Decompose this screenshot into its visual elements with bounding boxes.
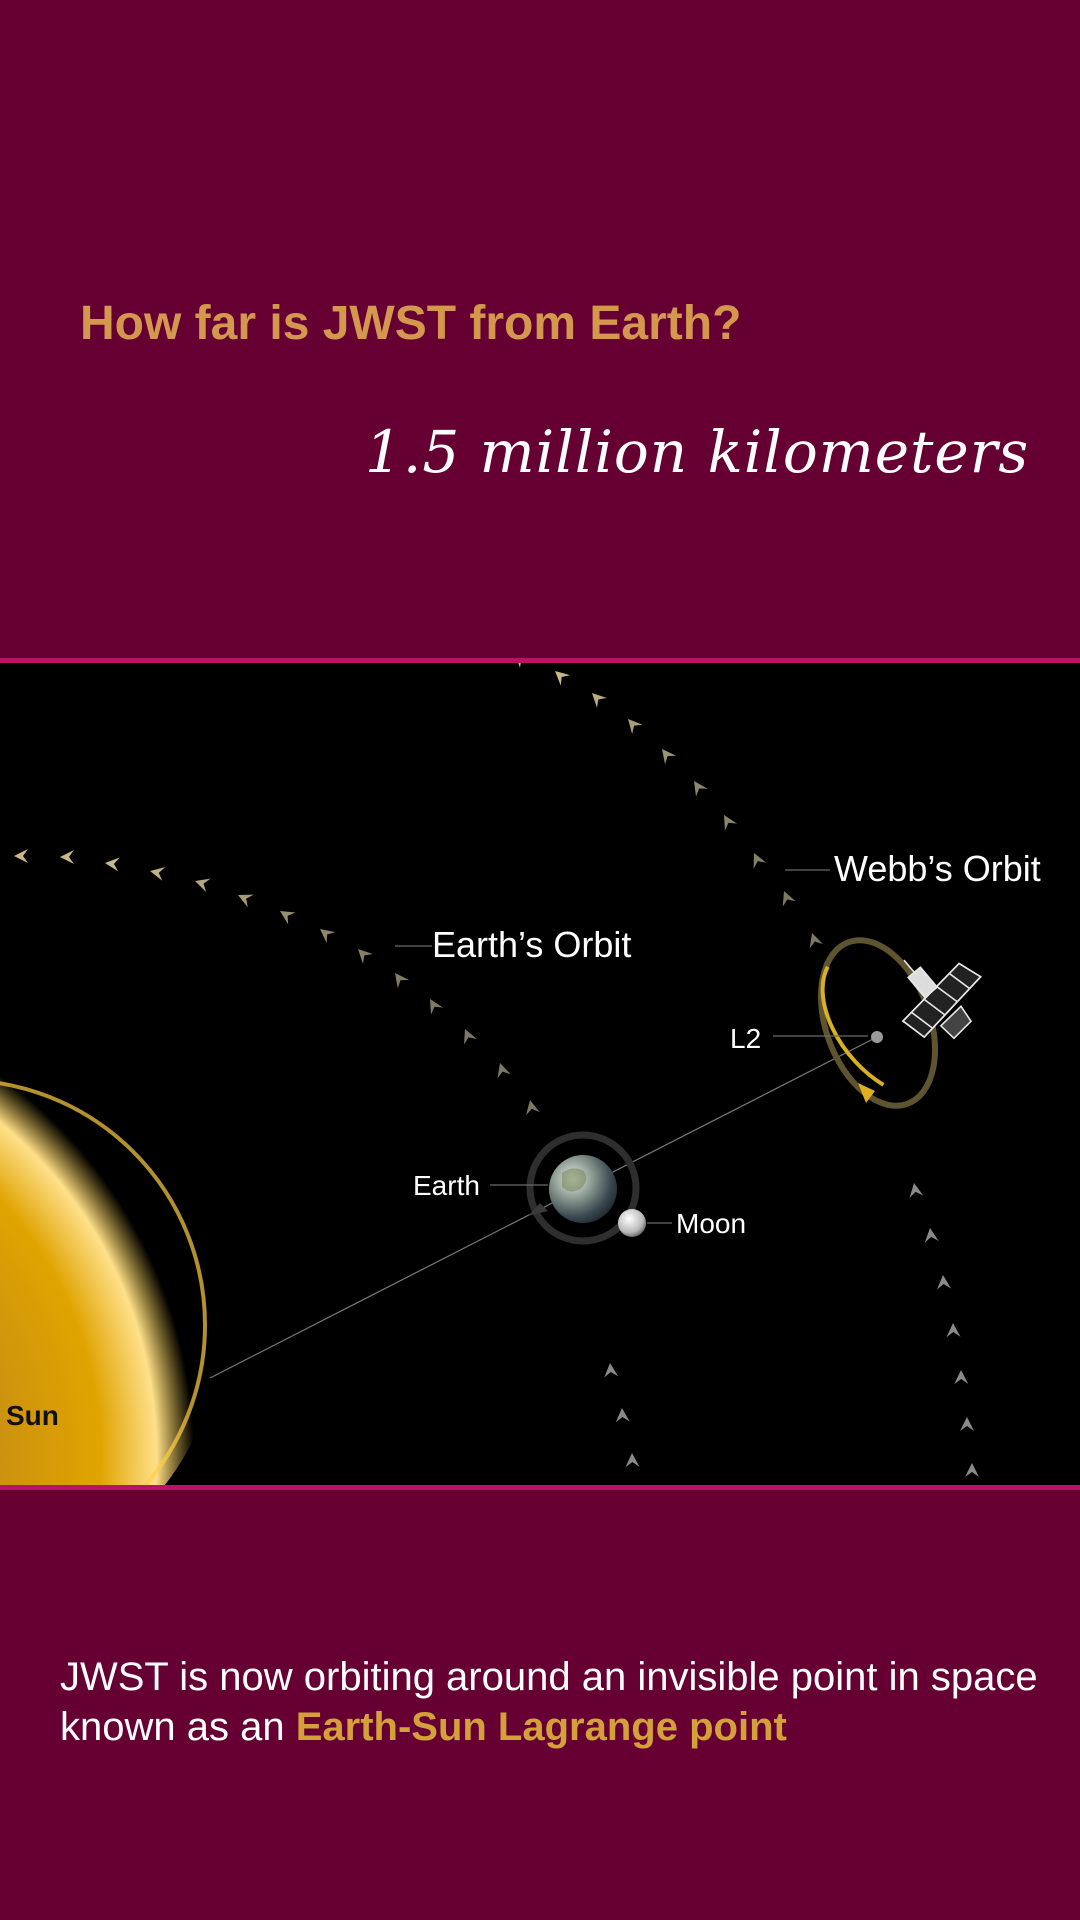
earth-system	[526, 1131, 646, 1245]
bottom-separator	[0, 1485, 1080, 1490]
l2-point	[871, 1031, 883, 1043]
earth	[549, 1155, 617, 1223]
webbs-orbit-label: Webb’s Orbit	[834, 848, 1041, 889]
question-heading: How far is JWST from Earth?	[80, 297, 742, 350]
moon-label: Moon	[676, 1208, 746, 1239]
earths-orbit-label: Earth’s Orbit	[432, 924, 631, 965]
distance-answer: 1.5 million kilometers	[365, 418, 1030, 486]
webbs-orbit-arrows	[510, 663, 979, 1477]
caption: JWST is now orbiting around an invisible…	[60, 1652, 1040, 1752]
orbit-diagram: Webb’s Orbit Earth’s Orbit L2 Earth Moon…	[0, 663, 1041, 1485]
sun-label: Sun	[6, 1400, 59, 1431]
l2-label: L2	[730, 1023, 761, 1054]
lagrange-point-highlight: Earth-Sun Lagrange point	[295, 1705, 787, 1749]
moon	[618, 1209, 646, 1237]
earth-label: Earth	[413, 1170, 480, 1201]
infographic: How far is JWST from Earth? 1.5 million …	[0, 0, 1080, 1920]
